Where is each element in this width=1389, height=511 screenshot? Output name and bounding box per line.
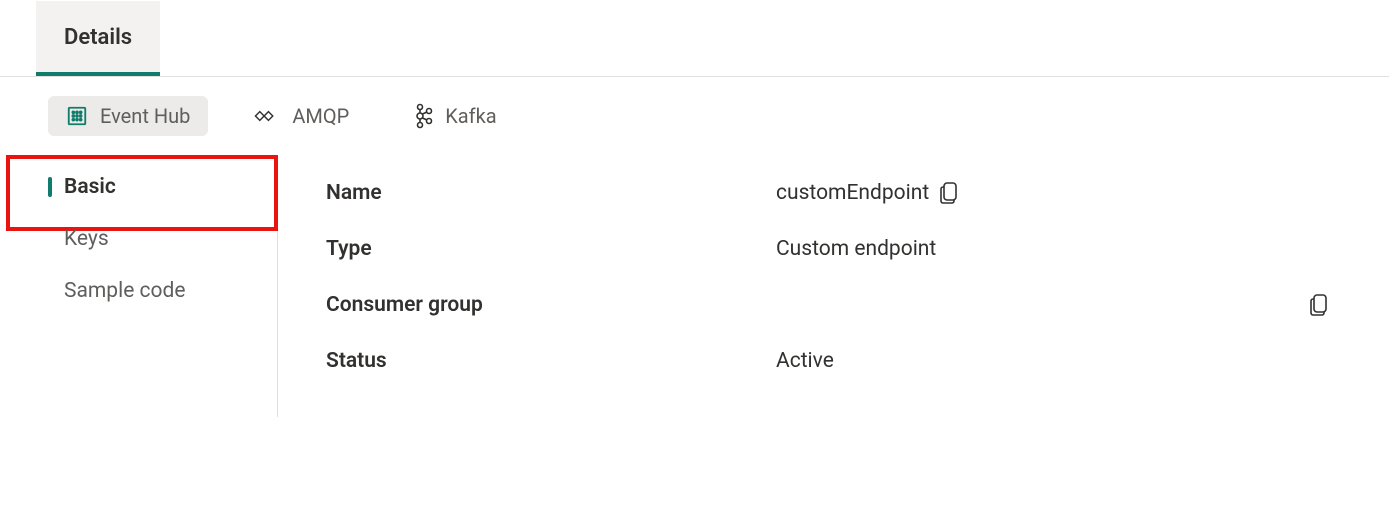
field-name-valuewrap: customEndpoint	[776, 181, 1329, 205]
sidenav-basic-label: Basic	[64, 175, 116, 199]
source-amqp-label: AMQP	[292, 104, 349, 128]
field-consumergroup-valuewrap	[776, 293, 1329, 317]
field-status-valuewrap: Active	[776, 349, 1329, 373]
source-kafka-label: Kafka	[445, 104, 496, 128]
field-type-label: Type	[326, 237, 776, 261]
field-type-row: Type Custom endpoint	[326, 221, 1329, 277]
source-eventhub-label: Event Hub	[100, 104, 190, 128]
copy-name-button[interactable]	[939, 181, 959, 205]
details-pane: Name customEndpoint Type Custom endpoint	[278, 155, 1389, 417]
field-name-value: customEndpoint	[776, 181, 929, 205]
field-consumergroup-row: Consumer group	[326, 277, 1329, 333]
field-name-row: Name customEndpoint	[326, 165, 1329, 221]
copy-icon	[1309, 293, 1329, 317]
field-type-value: Custom endpoint	[776, 237, 936, 261]
sidenav-keys[interactable]: Keys	[6, 213, 277, 265]
main-content: Basic Keys Sample code Name customEndpoi…	[0, 155, 1389, 417]
tab-details[interactable]: Details	[36, 1, 160, 76]
source-eventhub[interactable]: Event Hub	[48, 96, 208, 136]
amqp-icon	[254, 107, 280, 125]
side-nav: Basic Keys Sample code	[6, 155, 278, 417]
tab-details-label: Details	[64, 25, 132, 50]
source-amqp[interactable]: AMQP	[236, 96, 367, 136]
eventhub-icon	[66, 105, 88, 127]
sidenav-keys-label: Keys	[64, 227, 109, 251]
field-status-row: Status Active	[326, 333, 1329, 389]
field-status-label: Status	[326, 349, 776, 373]
sidenav-samplecode-label: Sample code	[64, 279, 186, 303]
kafka-icon	[413, 103, 433, 129]
field-consumergroup-label: Consumer group	[326, 293, 776, 317]
top-tab-bar: Details	[0, 0, 1389, 77]
source-type-row: Event Hub AMQP Kafka	[0, 77, 1389, 155]
field-type-valuewrap: Custom endpoint	[776, 237, 1329, 261]
field-name-label: Name	[326, 181, 776, 205]
copy-icon	[939, 181, 959, 205]
copy-consumergroup-button[interactable]	[1309, 293, 1329, 317]
field-status-value: Active	[776, 349, 834, 373]
sidenav-basic[interactable]: Basic	[6, 161, 277, 213]
sidenav-samplecode[interactable]: Sample code	[6, 265, 277, 317]
source-kafka[interactable]: Kafka	[395, 95, 514, 137]
